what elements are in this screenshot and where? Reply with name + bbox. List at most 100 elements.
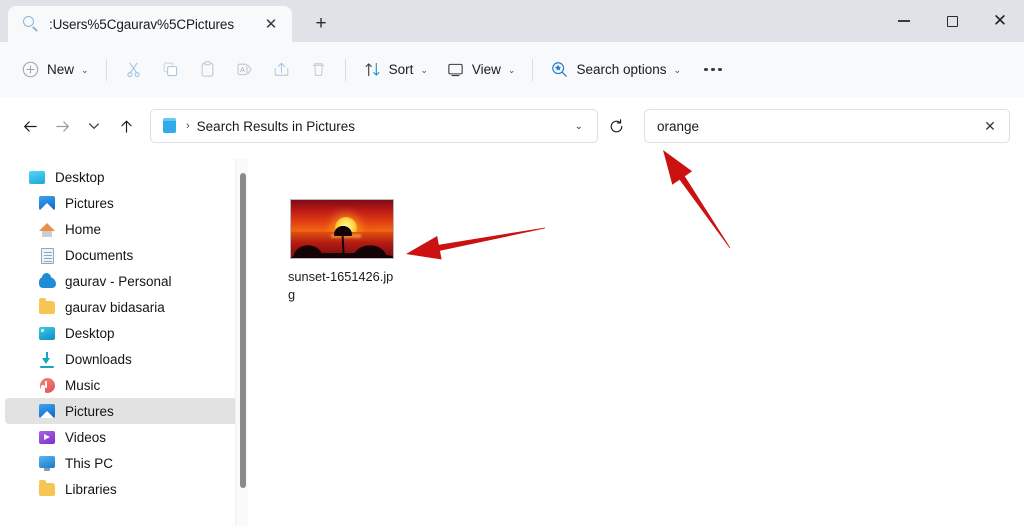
chevron-down-icon: ⌄	[507, 65, 516, 75]
sidebar-item-gaurav-personal[interactable]: gaurav - Personal	[5, 268, 243, 294]
sidebar-item-desktop[interactable]: Desktop	[5, 320, 243, 346]
view-icon	[448, 63, 463, 77]
delete-button[interactable]	[300, 52, 337, 88]
breadcrumb-path[interactable]: Search Results in Pictures	[197, 119, 567, 134]
file-name-label: sunset-1651426.jpg	[288, 269, 394, 302]
arrow-left-icon	[23, 120, 37, 132]
search-options-label: Search options	[576, 62, 667, 77]
close-window-button[interactable]: ✕	[976, 0, 1024, 42]
this-pc-icon	[39, 455, 56, 472]
music-icon	[39, 377, 56, 394]
paste-icon	[201, 61, 213, 77]
chevron-down-icon	[89, 123, 99, 129]
address-bar-row: › Search Results in Pictures ⌄ ✕	[0, 97, 1024, 155]
sidebar-item-desktop[interactable]: Desktop	[5, 164, 243, 190]
paste-button[interactable]	[189, 52, 226, 88]
cut-button[interactable]	[115, 52, 152, 88]
sidebar-item-label: Downloads	[65, 351, 132, 367]
downloads-icon	[39, 351, 56, 368]
address-chevron-down-icon[interactable]: ⌄	[567, 121, 591, 132]
clear-search-icon[interactable]: ✕	[977, 113, 1003, 139]
file-explorer-window: :Users%5Cgaurav%5CPictures ✕ + ✕ New ⌄ A…	[0, 0, 1024, 530]
chevron-down-icon: ⌄	[81, 65, 89, 75]
maximize-button[interactable]	[928, 0, 976, 42]
tab-title: :Users%5Cgaurav%5CPictures	[49, 16, 234, 32]
palm-crown-silhouette	[332, 224, 354, 236]
command-bar: New ⌄ A Sort ⌄ View ⌄ Search options ⌄	[0, 42, 1024, 97]
sidebar-scrollbar-track[interactable]	[235, 159, 248, 526]
new-button[interactable]: New ⌄	[12, 52, 98, 88]
bush-silhouette	[353, 245, 387, 258]
new-button-label: New	[47, 62, 75, 77]
toolbar-divider	[344, 58, 346, 81]
sidebar-item-label: Music	[65, 377, 101, 393]
toolbar-divider	[105, 58, 107, 81]
sidebar-item-this-pc[interactable]: This PC	[5, 450, 243, 476]
sidebar-item-downloads[interactable]: Downloads	[5, 346, 243, 372]
rename-icon: A	[237, 63, 252, 76]
title-bar: :Users%5Cgaurav%5CPictures ✕ + ✕	[0, 0, 1024, 42]
onedrive-cloud-icon	[39, 272, 56, 290]
sidebar-item-label: Home	[65, 221, 102, 237]
scissors-icon	[126, 62, 140, 78]
refresh-button[interactable]	[600, 110, 632, 142]
home-icon	[39, 221, 56, 238]
explorer-tab[interactable]: :Users%5Cgaurav%5CPictures ✕	[8, 6, 292, 42]
file-thumbnail	[290, 199, 394, 259]
copy-button[interactable]	[152, 52, 189, 88]
desktop-cyan-icon	[29, 169, 46, 186]
sidebar-item-videos[interactable]: Videos	[5, 424, 243, 450]
sidebar-item-pictures[interactable]: Pictures	[5, 398, 243, 424]
share-button[interactable]	[263, 52, 300, 88]
sidebar-item-music[interactable]: Music	[5, 372, 243, 398]
sidebar-item-label: gaurav bidasaria	[65, 299, 165, 315]
sidebar-item-label: This PC	[65, 455, 114, 471]
new-tab-button[interactable]: +	[306, 9, 336, 39]
ellipsis-icon	[704, 67, 722, 72]
navigation-list: Desktop Pictures Home Documents gaurav - Per…	[0, 164, 248, 502]
copy-icon	[163, 62, 177, 77]
back-button[interactable]	[14, 110, 46, 142]
up-button[interactable]	[110, 110, 142, 142]
sidebar-scrollbar-thumb[interactable]	[240, 173, 246, 488]
share-icon	[274, 62, 288, 76]
minimize-button[interactable]	[880, 0, 928, 42]
sidebar-item-libraries[interactable]: Libraries	[5, 476, 243, 502]
folder-icon	[39, 480, 56, 498]
forward-button[interactable]	[46, 110, 78, 142]
sidebar-item-label: Desktop	[55, 169, 105, 185]
chevron-down-icon: ⌄	[420, 65, 428, 75]
sidebar-item-documents[interactable]: Documents	[5, 242, 243, 268]
sidebar-item-gaurav-bidasaria[interactable]: gaurav bidasaria	[5, 294, 243, 320]
search-input[interactable]	[657, 118, 977, 134]
toolbar-divider	[532, 58, 534, 81]
sidebar-item-home[interactable]: Home	[5, 216, 243, 242]
folder-icon	[39, 298, 56, 316]
address-bar[interactable]: › Search Results in Pictures ⌄	[150, 109, 598, 143]
list-item[interactable]: sunset-1651426.jpg	[288, 199, 396, 304]
arrow-right-icon	[55, 120, 69, 132]
pictures-icon	[39, 403, 56, 420]
svg-text:A: A	[240, 67, 245, 74]
search-options-button[interactable]: Search options ⌄	[541, 52, 690, 88]
trash-icon	[312, 63, 324, 76]
pictures-icon	[39, 195, 56, 212]
view-button-label: View	[471, 62, 501, 77]
sort-button[interactable]: Sort ⌄	[354, 52, 437, 88]
sort-icon	[365, 62, 379, 77]
view-button[interactable]: View ⌄	[437, 52, 525, 88]
sort-button-label: Sort	[388, 62, 414, 77]
see-more-button[interactable]	[690, 52, 736, 88]
sidebar-item-pictures[interactable]: Pictures	[5, 190, 243, 216]
file-list-pane[interactable]: sunset-1651426.jpg	[248, 155, 1024, 530]
rename-button[interactable]: A	[226, 52, 263, 88]
chevron-down-icon: ⌄	[673, 65, 682, 75]
tab-close-icon[interactable]: ✕	[258, 11, 284, 37]
plus-circle-icon	[22, 61, 39, 78]
sidebar-item-label: Videos	[65, 429, 107, 445]
recent-locations-button[interactable]	[78, 110, 110, 142]
sidebar-item-label: Desktop	[65, 325, 115, 341]
search-box[interactable]: ✕	[644, 109, 1010, 143]
bush-silhouette	[293, 245, 323, 258]
desktop-teal-icon	[39, 325, 56, 342]
